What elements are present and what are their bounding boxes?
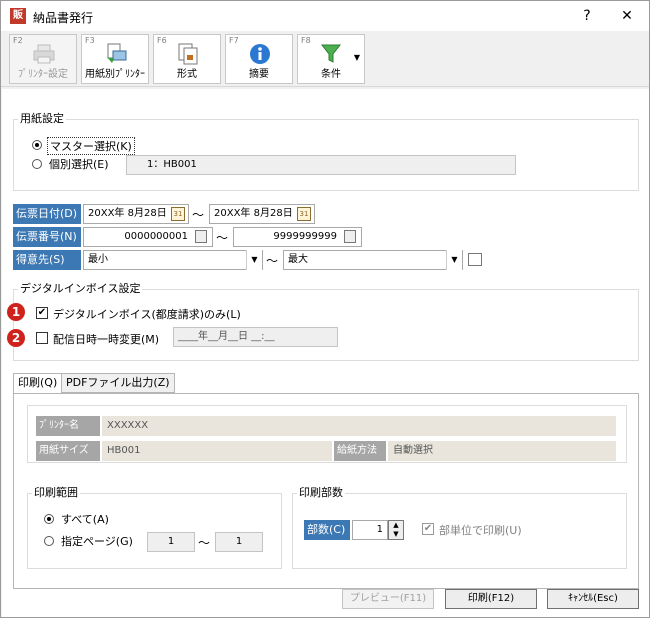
copies-stepper[interactable]: ▲ ▼ — [388, 520, 404, 540]
tilde: 〜 — [266, 254, 279, 268]
customer-label: 得意先(S) — [13, 250, 81, 270]
tab-pdf[interactable]: PDFファイル出力(Z) — [61, 373, 175, 393]
main-panel: 用紙設定 マスター選択(K) 個別選択(E) 1：HB001 伝票日付(D) 2… — [2, 89, 649, 617]
help-button[interactable]: ? — [567, 5, 607, 27]
individual-label[interactable]: 個別選択(E) — [49, 156, 109, 172]
all-pages-radio[interactable] — [44, 514, 54, 524]
tilde: 〜 — [198, 536, 211, 550]
tool-label: 条件 — [321, 69, 341, 80]
digital-only-checkbox[interactable]: ✔ — [36, 307, 48, 319]
window: 販 納品書発行 ? ✕ F2 ﾌﾟﾘﾝﾀｰ設定 F3 用紙別ﾌﾟﾘﾝﾀｰ F6 … — [0, 0, 650, 618]
toolbar: F2 ﾌﾟﾘﾝﾀｰ設定 F3 用紙別ﾌﾟﾘﾝﾀｰ F6 形式 F7 摘要 F8 … — [1, 31, 649, 87]
chevron-down-icon: ▼ — [353, 53, 360, 62]
slip-number-label: 伝票番号(N) — [13, 227, 81, 247]
format-icon — [178, 43, 198, 65]
tool-label: ﾌﾟﾘﾝﾀｰ設定 — [18, 69, 68, 80]
summary-button[interactable]: F7 摘要 — [225, 34, 293, 84]
calculator-icon[interactable] — [344, 230, 356, 243]
delivery-datetime-field: ____年__月__日 __:__ — [173, 327, 338, 347]
paper-feed-value: 自動選択 — [388, 441, 616, 461]
page-range-radio[interactable] — [44, 536, 54, 546]
all-pages-label[interactable]: すべて(A) — [61, 511, 109, 527]
folder-icon[interactable] — [468, 253, 482, 266]
badge-2: 2 — [7, 329, 25, 347]
master-label[interactable]: マスター選択(K) — [47, 137, 135, 155]
calendar-icon[interactable]: 31 — [171, 207, 185, 221]
chevron-down-icon[interactable]: ▼ — [246, 250, 262, 270]
print-range-title: 印刷範囲 — [32, 484, 80, 500]
delivery-change-checkbox[interactable] — [36, 332, 48, 344]
paper-size-value: HB001 — [102, 441, 332, 461]
page-to-input: 1 — [215, 532, 263, 552]
chevron-down-icon[interactable]: ▼ — [446, 250, 462, 270]
customer-from-select[interactable]: 最小 — [83, 250, 263, 270]
window-title: 納品書発行 — [33, 11, 94, 25]
preview-button[interactable]: プレビュー(F11) — [342, 589, 434, 609]
delivery-change-label[interactable]: 配信日時一時変更(M) — [53, 331, 159, 347]
calendar-icon[interactable]: 31 — [297, 207, 311, 221]
info-icon — [250, 44, 270, 64]
digital-invoice-group — [13, 289, 639, 361]
tool-label: 形式 — [177, 69, 197, 80]
printer-paper-icon — [107, 43, 127, 63]
paper-size-label: 用紙サイズ — [36, 441, 100, 461]
condition-button[interactable]: F8 ▼ 条件 — [297, 34, 365, 84]
copies-input[interactable]: 1 — [352, 520, 388, 540]
per-unit-label[interactable]: 部単位で印刷(U) — [439, 522, 522, 538]
paper-feed-label: 給紙方法 — [334, 441, 386, 461]
badge-1: 1 — [7, 303, 25, 321]
print-button[interactable]: 印刷(F12) — [445, 589, 537, 609]
tool-label: 用紙別ﾌﾟﾘﾝﾀｰ — [85, 69, 145, 80]
digital-invoice-title: デジタルインボイス設定 — [18, 280, 143, 296]
close-button[interactable]: ✕ — [607, 5, 647, 27]
page-range-label[interactable]: 指定ページ(G) — [61, 533, 133, 549]
page-from-input: 1 — [147, 532, 195, 552]
slip-date-label: 伝票日付(D) — [13, 204, 81, 224]
tilde: 〜 — [192, 208, 205, 222]
fkey-label: F6 — [157, 36, 167, 45]
per-unit-checkbox[interactable]: ✔ — [422, 523, 434, 535]
fkey-label: F3 — [85, 36, 95, 45]
number-to-input[interactable]: 9999999999 — [233, 227, 362, 247]
digital-only-label[interactable]: デジタルインボイス(都度請求)のみ(L) — [53, 306, 241, 322]
cancel-button[interactable]: ｷｬﾝｾﾙ(Esc) — [547, 589, 639, 609]
printer-name-value: XXXXXX — [102, 416, 616, 436]
calculator-icon[interactable] — [195, 230, 207, 243]
copies-label: 部数(C) — [304, 520, 350, 540]
individual-radio[interactable] — [32, 159, 42, 169]
paper-settings-title: 用紙設定 — [18, 110, 66, 126]
master-radio[interactable] — [32, 140, 42, 150]
number-from-input[interactable]: 0000000001 — [83, 227, 213, 247]
paper-printer-button[interactable]: F3 用紙別ﾌﾟﾘﾝﾀｰ — [81, 34, 149, 84]
fkey-label: F2 — [13, 36, 23, 45]
printer-icon — [33, 44, 55, 64]
tab-print[interactable]: 印刷(Q) — [13, 373, 63, 394]
filter-icon — [320, 44, 342, 63]
customer-to-select[interactable]: 最大 — [283, 250, 463, 270]
app-icon: 販 — [10, 8, 26, 24]
print-range-group — [27, 493, 282, 569]
printer-name-label: ﾌﾟﾘﾝﾀｰ名 — [36, 416, 100, 436]
printer-settings-button[interactable]: F2 ﾌﾟﾘﾝﾀｰ設定 — [9, 34, 77, 84]
tool-label: 摘要 — [249, 69, 269, 80]
fkey-label: F8 — [301, 36, 311, 45]
format-button[interactable]: F6 形式 — [153, 34, 221, 84]
tilde: 〜 — [216, 231, 229, 245]
fkey-label: F7 — [229, 36, 239, 45]
title-bar: 販 納品書発行 ? ✕ — [1, 1, 649, 31]
individual-paper-field[interactable]: 1：HB001 — [126, 155, 516, 175]
copies-title: 印刷部数 — [297, 484, 345, 500]
